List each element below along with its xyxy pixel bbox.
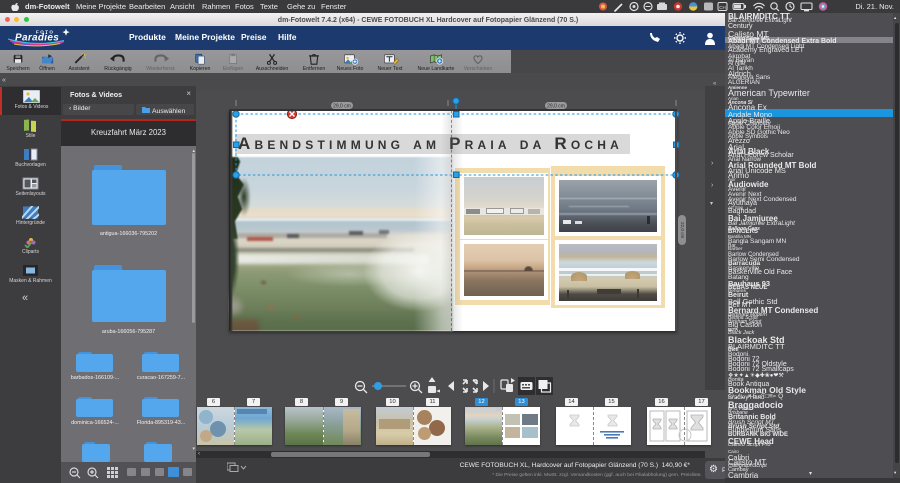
svg-text:CH: CH	[719, 5, 726, 10]
